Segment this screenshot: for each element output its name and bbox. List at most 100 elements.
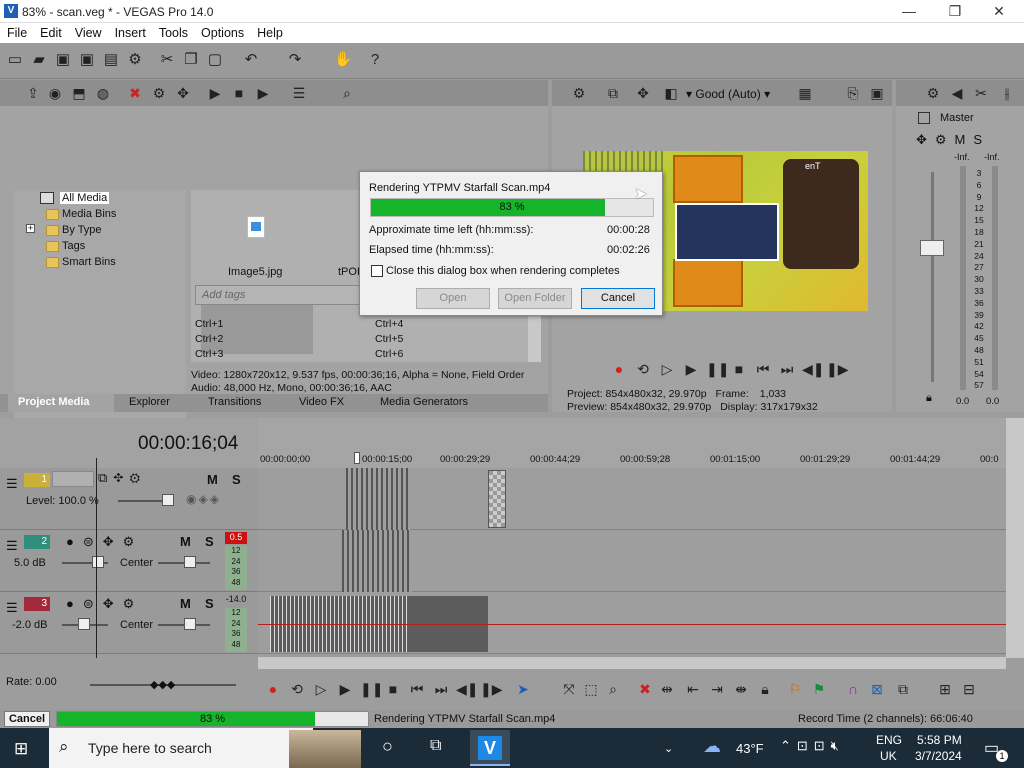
play-icon[interactable]: ▶ — [206, 84, 224, 102]
stop-icon[interactable]: ■ — [730, 360, 748, 378]
lang-code[interactable]: ENG — [876, 733, 902, 747]
save-icon[interactable]: ▣ — [54, 51, 72, 69]
checkbox-label[interactable]: Close this dialog box when rendering com… — [386, 265, 620, 277]
minimize-button[interactable]: — — [886, 0, 932, 23]
lock-icon[interactable]: 🔒︎ — [756, 680, 774, 698]
lang-region[interactable]: UK — [880, 749, 897, 763]
track-menu-icon[interactable]: ☰ — [6, 600, 18, 616]
tree-media-bins[interactable]: Media Bins — [62, 208, 116, 220]
help-icon[interactable]: ? — [366, 51, 384, 69]
cancel-button[interactable]: Cancel — [581, 288, 655, 309]
tab-explorer[interactable]: Explorer — [129, 396, 170, 408]
track-header-audio-3[interactable]: ☰ 3 ●⊜✥⚙ M S -14.0 12 24 36 48 -2.0 dB Cent… — [0, 592, 258, 654]
search-icon[interactable]: ⌕ — [338, 84, 356, 102]
record-icon[interactable]: ● — [264, 680, 282, 698]
weather-temp[interactable]: 43°F — [736, 741, 764, 756]
menu-file[interactable]: File — [0, 23, 33, 40]
clock-date[interactable]: 3/7/2024 — [915, 749, 962, 763]
downmix-icon[interactable]: ◀ — [948, 84, 966, 102]
taskbar-search[interactable]: ⌕ Type here to search — [49, 728, 361, 768]
close-button[interactable]: ✕ — [976, 0, 1022, 23]
menu-help[interactable]: Help — [250, 23, 289, 40]
quality-select[interactable]: ▾ Good (Auto) ▾ — [686, 87, 770, 101]
copy-snapshot-icon[interactable]: ⎘ — [844, 84, 862, 102]
loop-icon[interactable]: ⟲ — [634, 360, 652, 378]
overlays-icon[interactable]: ▦ — [796, 84, 814, 102]
shortcut[interactable]: Ctrl+2 — [195, 332, 223, 347]
mixer-icon[interactable]: ⫲ — [998, 84, 1016, 102]
device-icon[interactable]: ⧉ — [604, 84, 622, 102]
cut-icon[interactable]: ✂ — [158, 51, 176, 69]
go-end-icon[interactable]: ⏭ — [432, 680, 450, 698]
media-file-name[interactable]: Image5.jpg — [228, 266, 282, 278]
master-settings-icon[interactable]: ⚙ — [924, 84, 942, 102]
undo-icon[interactable]: ↶ — [242, 51, 260, 69]
redo-icon[interactable]: ↷ — [286, 51, 304, 69]
open-icon[interactable]: ▰ — [30, 51, 48, 69]
track-lane-audio-3[interactable] — [258, 592, 1006, 654]
views-icon[interactable]: ☰ — [290, 84, 308, 102]
play-from-start-icon[interactable]: ▷ — [312, 680, 330, 698]
tree-tags[interactable]: Tags — [62, 240, 85, 252]
track-menu-icon[interactable]: ☰ — [6, 538, 18, 554]
task-view-icon[interactable]: ⧉ — [430, 737, 441, 755]
paste-icon[interactable]: ▢ — [206, 51, 224, 69]
compositing-icons[interactable]: ◉◈◈ — [186, 492, 221, 506]
shortcut[interactable]: Ctrl+4 — [375, 317, 403, 332]
track-menu-icon[interactable]: ☰ — [6, 476, 18, 492]
cortana-icon[interactable]: ○ — [382, 736, 393, 757]
time-ruler[interactable]: 00:00:00;00 00:00:15;00 00:00:29;29 00:0… — [258, 418, 1006, 468]
menu-view[interactable]: View — [68, 23, 108, 40]
close-on-complete-checkbox[interactable] — [371, 265, 383, 277]
mute-button[interactable]: M — [207, 472, 218, 487]
step-forward-icon[interactable]: ❚▶ — [826, 360, 849, 378]
lock-envelopes-icon[interactable]: ⊟ — [960, 680, 978, 698]
tree-by-type[interactable]: By Type — [62, 224, 102, 236]
snap-icon[interactable]: ∩ — [844, 680, 862, 698]
open-button[interactable]: Open — [416, 288, 490, 309]
master-controls[interactable]: ✥⚙MS — [916, 132, 990, 148]
prev-frame-icon[interactable]: ◀❚ — [456, 680, 479, 698]
volume-slider[interactable] — [78, 618, 90, 630]
open-folder-button[interactable]: Open Folder — [498, 288, 572, 309]
step-back-icon[interactable]: ◀❚ — [802, 360, 825, 378]
track-header-video[interactable]: ☰ 1 ⧉✥⚙ M S Level: 100.0 % ◉◈◈ — [0, 468, 258, 530]
prev-frame-icon[interactable]: ⏮ — [754, 360, 772, 378]
preview-settings-icon[interactable]: ⚙ — [570, 84, 588, 102]
solo-button[interactable]: S — [205, 534, 214, 549]
weather-icon[interactable]: ☁ — [703, 736, 721, 757]
ripple-icon[interactable]: ⧉ — [894, 680, 912, 698]
ignore-grouping-icon[interactable]: ⊞ — [936, 680, 954, 698]
pause-icon[interactable]: ❚❚ — [706, 360, 729, 378]
save-snapshot-icon[interactable]: ▣ — [868, 84, 886, 102]
track-fx-icons[interactable]: ⧉✥⚙ — [98, 470, 146, 486]
image-file-icon[interactable] — [247, 216, 265, 238]
next-frame-icon[interactable]: ❚▶ — [480, 680, 503, 698]
solo-button[interactable]: S — [205, 596, 214, 611]
zoom-tool-icon[interactable]: ⌕ — [604, 680, 622, 698]
clock-time[interactable]: 5:58 PM — [917, 733, 962, 747]
stop-icon[interactable]: ■ — [230, 84, 248, 102]
tab-video-fx[interactable]: Video FX — [299, 396, 344, 408]
timeline-vscroll[interactable] — [1006, 418, 1024, 658]
delete-icon[interactable]: ✖ — [636, 680, 654, 698]
remove-icon[interactable]: ✖ — [126, 84, 144, 102]
image-clip[interactable] — [488, 470, 506, 528]
copy-icon[interactable]: ❐ — [182, 51, 200, 69]
dim-icon[interactable]: ✂ — [972, 84, 990, 102]
pan-slider[interactable] — [184, 556, 196, 568]
playhead-marker[interactable] — [354, 452, 360, 464]
track-lane-audio-2[interactable] — [258, 530, 1006, 592]
web-icon[interactable]: ◍ — [94, 84, 112, 102]
video-clip[interactable] — [346, 468, 410, 530]
new-project-icon[interactable]: ▭ — [6, 51, 24, 69]
tab-media-generators[interactable]: Media Generators — [380, 396, 468, 408]
menu-tools[interactable]: Tools — [152, 23, 194, 40]
mute-button[interactable]: M — [180, 534, 191, 549]
maximize-button[interactable]: ❐ — [932, 0, 978, 23]
pause-icon[interactable]: ❚❚ — [360, 680, 383, 698]
level-slider[interactable] — [162, 494, 174, 506]
rate-slider[interactable]: ◆◆◆ — [150, 678, 175, 691]
shortcut[interactable]: Ctrl+5 — [375, 332, 403, 347]
tray-icons[interactable]: ⌃⊡⊡🔇︎ — [780, 738, 845, 754]
